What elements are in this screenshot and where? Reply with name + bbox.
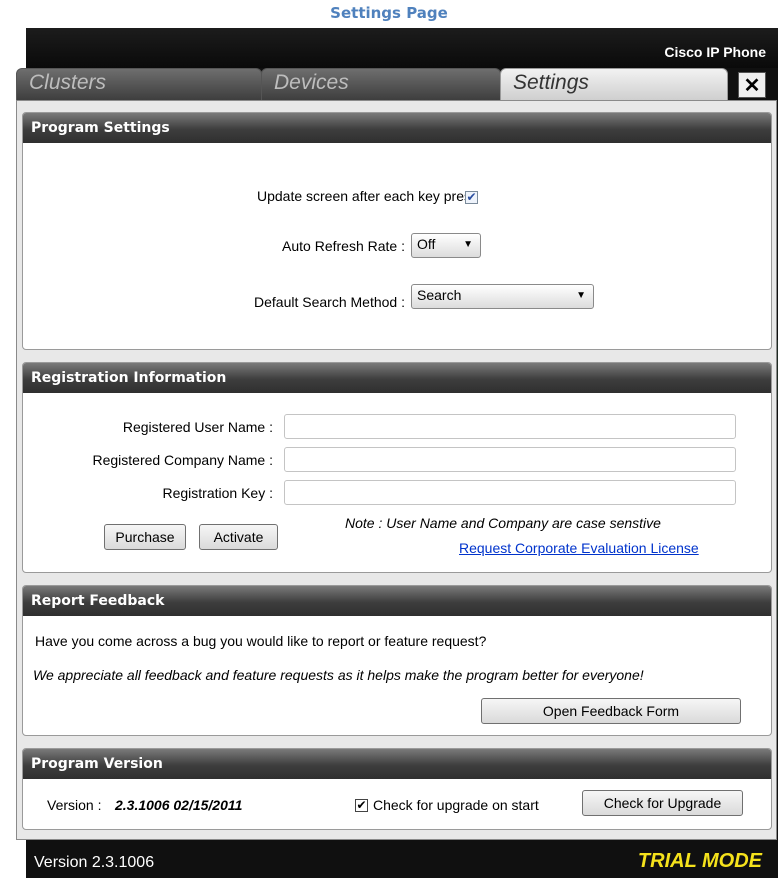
upgrade-on-start-label: Check for upgrade on start <box>373 797 539 813</box>
default-search-select[interactable]: Search ▼ <box>411 284 594 309</box>
section-header: Registration Information <box>23 363 771 393</box>
registration-section: Registration Information Registered User… <box>22 362 772 573</box>
open-feedback-form-button[interactable]: Open Feedback Form <box>481 698 741 724</box>
activate-button[interactable]: Activate <box>199 524 278 550</box>
section-header: Report Feedback <box>23 586 771 616</box>
tab-devices[interactable]: Devices <box>261 68 501 100</box>
feedback-question: Have you come across a bug you would lik… <box>35 633 487 649</box>
auto-refresh-label: Auto Refresh Rate : <box>282 238 405 254</box>
chevron-down-icon: ▼ <box>576 290 586 301</box>
purchase-button[interactable]: Purchase <box>104 524 186 550</box>
close-icon: ✕ <box>743 74 761 97</box>
company-name-label: Registered Company Name : <box>92 452 273 468</box>
update-screen-label: Update screen after each key press <box>256 188 478 204</box>
user-name-input[interactable] <box>284 414 736 439</box>
upgrade-on-start-checkbox[interactable]: ✔ <box>355 799 368 812</box>
close-button[interactable]: ✕ <box>738 72 766 98</box>
title-bar: Cisco IP Phone <box>26 28 778 68</box>
check-icon: ✔ <box>466 190 477 204</box>
version-label: Version : <box>47 797 102 813</box>
auto-refresh-select[interactable]: Off ▼ <box>411 233 481 258</box>
default-search-label: Default Search Method : <box>254 294 405 310</box>
registration-key-label: Registration Key : <box>162 485 274 501</box>
company-name-input[interactable] <box>284 447 736 472</box>
section-header: Program Version <box>23 749 771 779</box>
status-version: Version 2.3.1006 <box>34 854 155 871</box>
trial-mode-badge: TRIAL MODE <box>637 850 762 872</box>
version-section: Program Version Version : 2.3.1006 02/15… <box>22 748 772 830</box>
tab-label: Clusters <box>29 71 107 94</box>
tab-settings[interactable]: Settings <box>500 68 728 100</box>
chevron-down-icon: ▼ <box>463 239 473 250</box>
page-caption: Settings Page <box>330 4 448 22</box>
section-header: Program Settings <box>23 113 771 143</box>
tab-clusters[interactable]: Clusters <box>16 68 262 100</box>
feedback-appreciation: We appreciate all feedback and feature r… <box>33 667 644 683</box>
program-settings-section: Program Settings Update screen after eac… <box>22 112 772 350</box>
case-sensitive-note: Note : User Name and Company are case se… <box>345 515 661 531</box>
request-evaluation-link[interactable]: Request Corporate Evaluation License <box>459 540 699 556</box>
version-value: 2.3.1006 02/15/2011 <box>115 797 243 813</box>
registration-key-input[interactable] <box>284 480 736 505</box>
window-title: Cisco IP Phone <box>664 44 766 60</box>
tab-label: Devices <box>274 71 349 94</box>
tab-label: Settings <box>513 71 589 94</box>
check-icon: ✔ <box>356 798 367 812</box>
feedback-section: Report Feedback Have you come across a b… <box>22 585 772 736</box>
select-value: Off <box>417 236 436 252</box>
select-value: Search <box>417 287 462 303</box>
user-name-label: Registered User Name : <box>122 419 273 435</box>
check-for-upgrade-button[interactable]: Check for Upgrade <box>582 790 743 816</box>
update-screen-checkbox[interactable]: ✔ <box>465 191 478 204</box>
